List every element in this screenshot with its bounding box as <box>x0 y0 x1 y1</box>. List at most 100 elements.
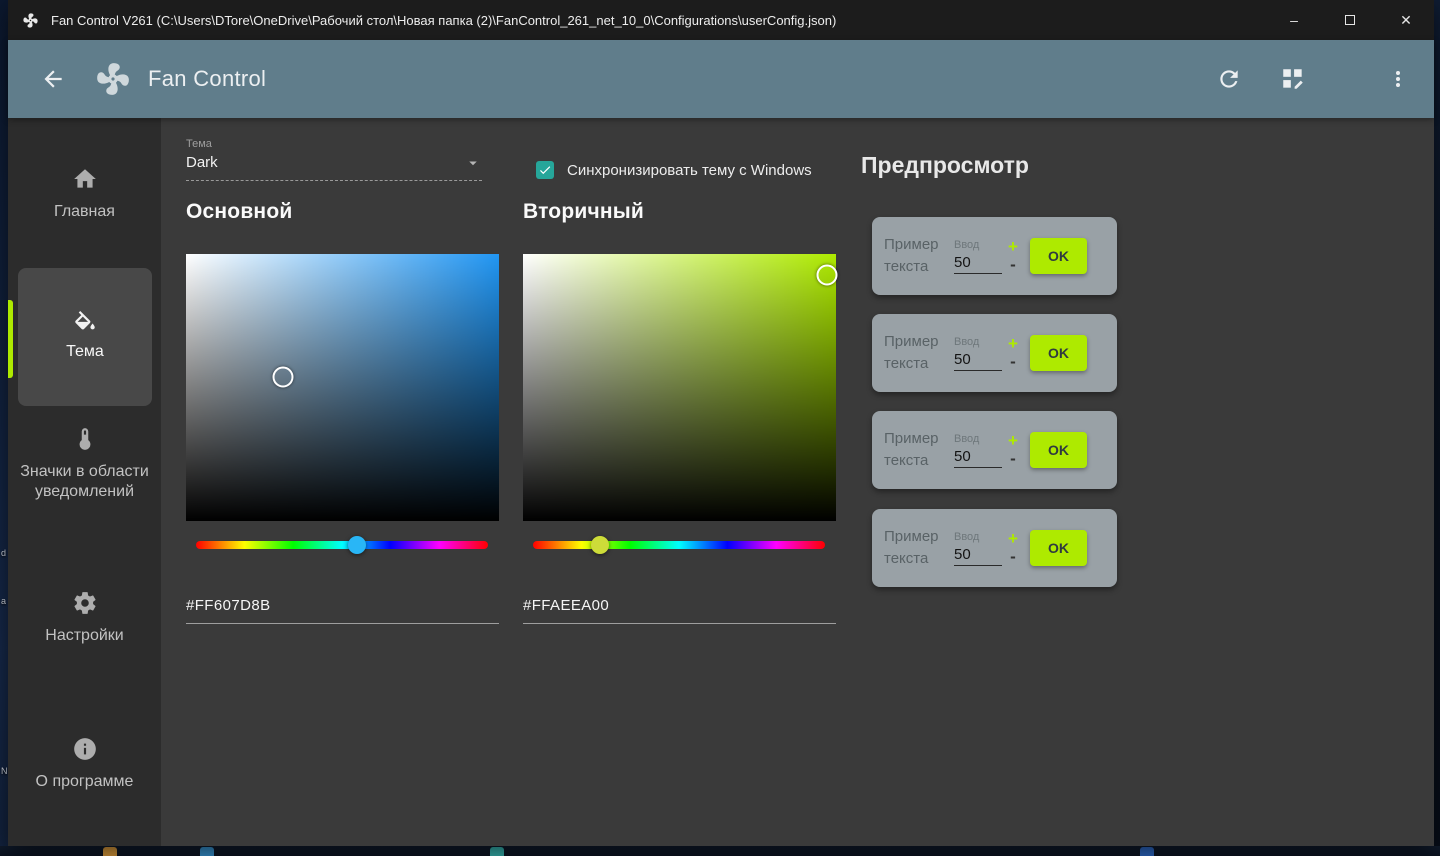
thermometer-icon <box>79 428 90 450</box>
minimize-icon: – <box>1290 12 1298 28</box>
increment-button[interactable]: + <box>1008 335 1018 353</box>
sample-text: Пример текста <box>884 429 939 470</box>
taskbar-icon[interactable] <box>103 847 117 856</box>
taskbar-icon[interactable] <box>490 847 504 856</box>
increment-button[interactable]: + <box>1008 432 1018 450</box>
stepper: + - <box>1008 335 1018 371</box>
titlebar: Fan Control V261 (C:\Users\DTore\OneDriv… <box>8 0 1434 40</box>
matrix-edit-icon[interactable] <box>1280 66 1306 92</box>
number-input-label: Ввод <box>954 432 980 445</box>
secondary-hue-thumb[interactable] <box>591 536 610 554</box>
sidebar-item-home[interactable]: Главная <box>16 166 153 222</box>
number-input-label: Ввод <box>954 238 980 251</box>
theme-select[interactable]: Тема Dark <box>186 138 482 181</box>
sidebar-item-about[interactable]: О программе <box>16 736 153 792</box>
ok-button[interactable]: OK <box>1029 432 1087 468</box>
ok-button[interactable]: OK <box>1029 238 1087 274</box>
refresh-icon[interactable] <box>1216 66 1242 92</box>
chevron-down-icon <box>469 161 477 166</box>
selected-item-accent-bar <box>8 300 13 378</box>
maximize-icon <box>1345 15 1355 25</box>
number-input-value[interactable]: 50 <box>954 546 1002 566</box>
decrement-button[interactable]: - <box>1010 548 1016 566</box>
stepper: + - <box>1008 530 1018 566</box>
sidebar-item-theme[interactable]: Тема <box>18 268 152 406</box>
sample-text: Пример текста <box>884 527 939 568</box>
sidebar-item-tray-icons[interactable]: Значки в области уведомлений <box>16 426 153 503</box>
number-input: Ввод 50 <box>954 531 1002 566</box>
theme-select-value: Dark <box>186 154 218 171</box>
info-icon <box>73 738 96 760</box>
sidebar-item-label: О программе <box>35 773 134 790</box>
primary-hue-slider[interactable] <box>196 536 488 554</box>
stepper: + - <box>1008 432 1018 468</box>
taskbar-icon[interactable] <box>200 847 214 856</box>
decrement-button[interactable]: - <box>1010 450 1016 468</box>
back-arrow-icon[interactable] <box>40 66 66 92</box>
desktop-icon-label-fragment: d <box>1 548 7 558</box>
preview-card: Пример текста Ввод 50 + - OK <box>872 314 1117 392</box>
decrement-button[interactable]: - <box>1010 256 1016 274</box>
maximize-button[interactable] <box>1322 0 1378 40</box>
number-input-value[interactable]: 50 <box>954 351 1002 371</box>
sidebar-item-label: Тема <box>66 343 104 361</box>
number-input-label: Ввод <box>954 530 980 543</box>
theme-page: Тема Dark Синхронизировать тему с Window… <box>161 118 1434 846</box>
close-icon: ✕ <box>1400 11 1412 28</box>
fan-icon <box>23 12 38 28</box>
number-input: Ввод 50 <box>954 336 1002 371</box>
minimize-button[interactable]: – <box>1266 0 1322 40</box>
ok-button[interactable]: OK <box>1029 530 1087 566</box>
sidebar-item-label: Значки в области уведомлений <box>20 463 149 501</box>
window-title: Fan Control V261 (C:\Users\DTore\OneDriv… <box>51 12 837 28</box>
primary-hex-input[interactable]: #FF607D8B <box>186 597 499 624</box>
taskbar-strip <box>0 846 1440 856</box>
increment-button[interactable]: + <box>1008 530 1018 548</box>
number-input-label: Ввод <box>954 335 980 348</box>
taskbar-icon[interactable] <box>1140 847 1154 856</box>
decrement-button[interactable]: - <box>1010 353 1016 371</box>
primary-color-cursor[interactable] <box>272 366 294 388</box>
primary-hue-thumb[interactable] <box>347 536 366 554</box>
check-icon <box>540 166 551 175</box>
home-icon <box>73 169 96 188</box>
sidebar-item-label: Настройки <box>45 627 124 644</box>
secondary-color-cursor[interactable] <box>816 264 838 286</box>
secondary-hex-input[interactable]: #FFAEEA00 <box>523 597 836 624</box>
checkbox-checked <box>536 161 554 179</box>
fan-logo-icon <box>97 63 129 95</box>
sync-theme-checkbox[interactable]: Синхронизировать тему с Windows <box>536 161 812 179</box>
preview-card: Пример текста Ввод 50 + - OK <box>872 411 1117 489</box>
sync-theme-label: Синхронизировать тему с Windows <box>567 161 812 179</box>
sidebar-item-label: Главная <box>54 203 115 220</box>
close-button[interactable]: ✕ <box>1378 0 1434 40</box>
sample-text: Пример текста <box>884 235 939 276</box>
menu-dots-icon[interactable] <box>1386 66 1410 92</box>
sample-text: Пример текста <box>884 332 939 373</box>
stepper: + - <box>1008 238 1018 274</box>
sidebar-item-settings[interactable]: Настройки <box>16 590 153 646</box>
paint-bucket-icon <box>75 311 95 330</box>
ok-button[interactable]: OK <box>1029 335 1087 371</box>
desktop-icon-label-fragment: a <box>1 596 7 606</box>
app-title: Fan Control <box>148 66 267 91</box>
primary-saturation-square[interactable] <box>186 254 499 521</box>
gear-icon <box>73 592 96 614</box>
number-input-value[interactable]: 50 <box>954 254 1002 274</box>
desktop-icon-label-fragment: N <box>1 766 8 776</box>
theme-select-label: Тема <box>186 138 212 150</box>
secondary-hue-slider[interactable] <box>533 536 825 554</box>
number-input: Ввод 50 <box>954 433 1002 468</box>
sidebar: Главная Тема Значки в области уведомлени… <box>8 118 161 846</box>
preview-card: Пример текста Ввод 50 + - OK <box>872 509 1117 587</box>
secondary-saturation-square[interactable] <box>523 254 838 521</box>
number-input: Ввод 50 <box>954 239 1002 274</box>
appbar: Fan Control <box>8 40 1434 118</box>
secondary-color-title: Вторичный <box>523 200 644 223</box>
preview-title: Предпросмотр <box>861 152 1029 178</box>
number-input-value[interactable]: 50 <box>954 448 1002 468</box>
primary-color-title: Основной <box>186 200 293 223</box>
app-window: Fan Control V261 (C:\Users\DTore\OneDriv… <box>8 0 1434 846</box>
increment-button[interactable]: + <box>1008 238 1018 256</box>
preview-card: Пример текста Ввод 50 + - OK <box>872 217 1117 295</box>
